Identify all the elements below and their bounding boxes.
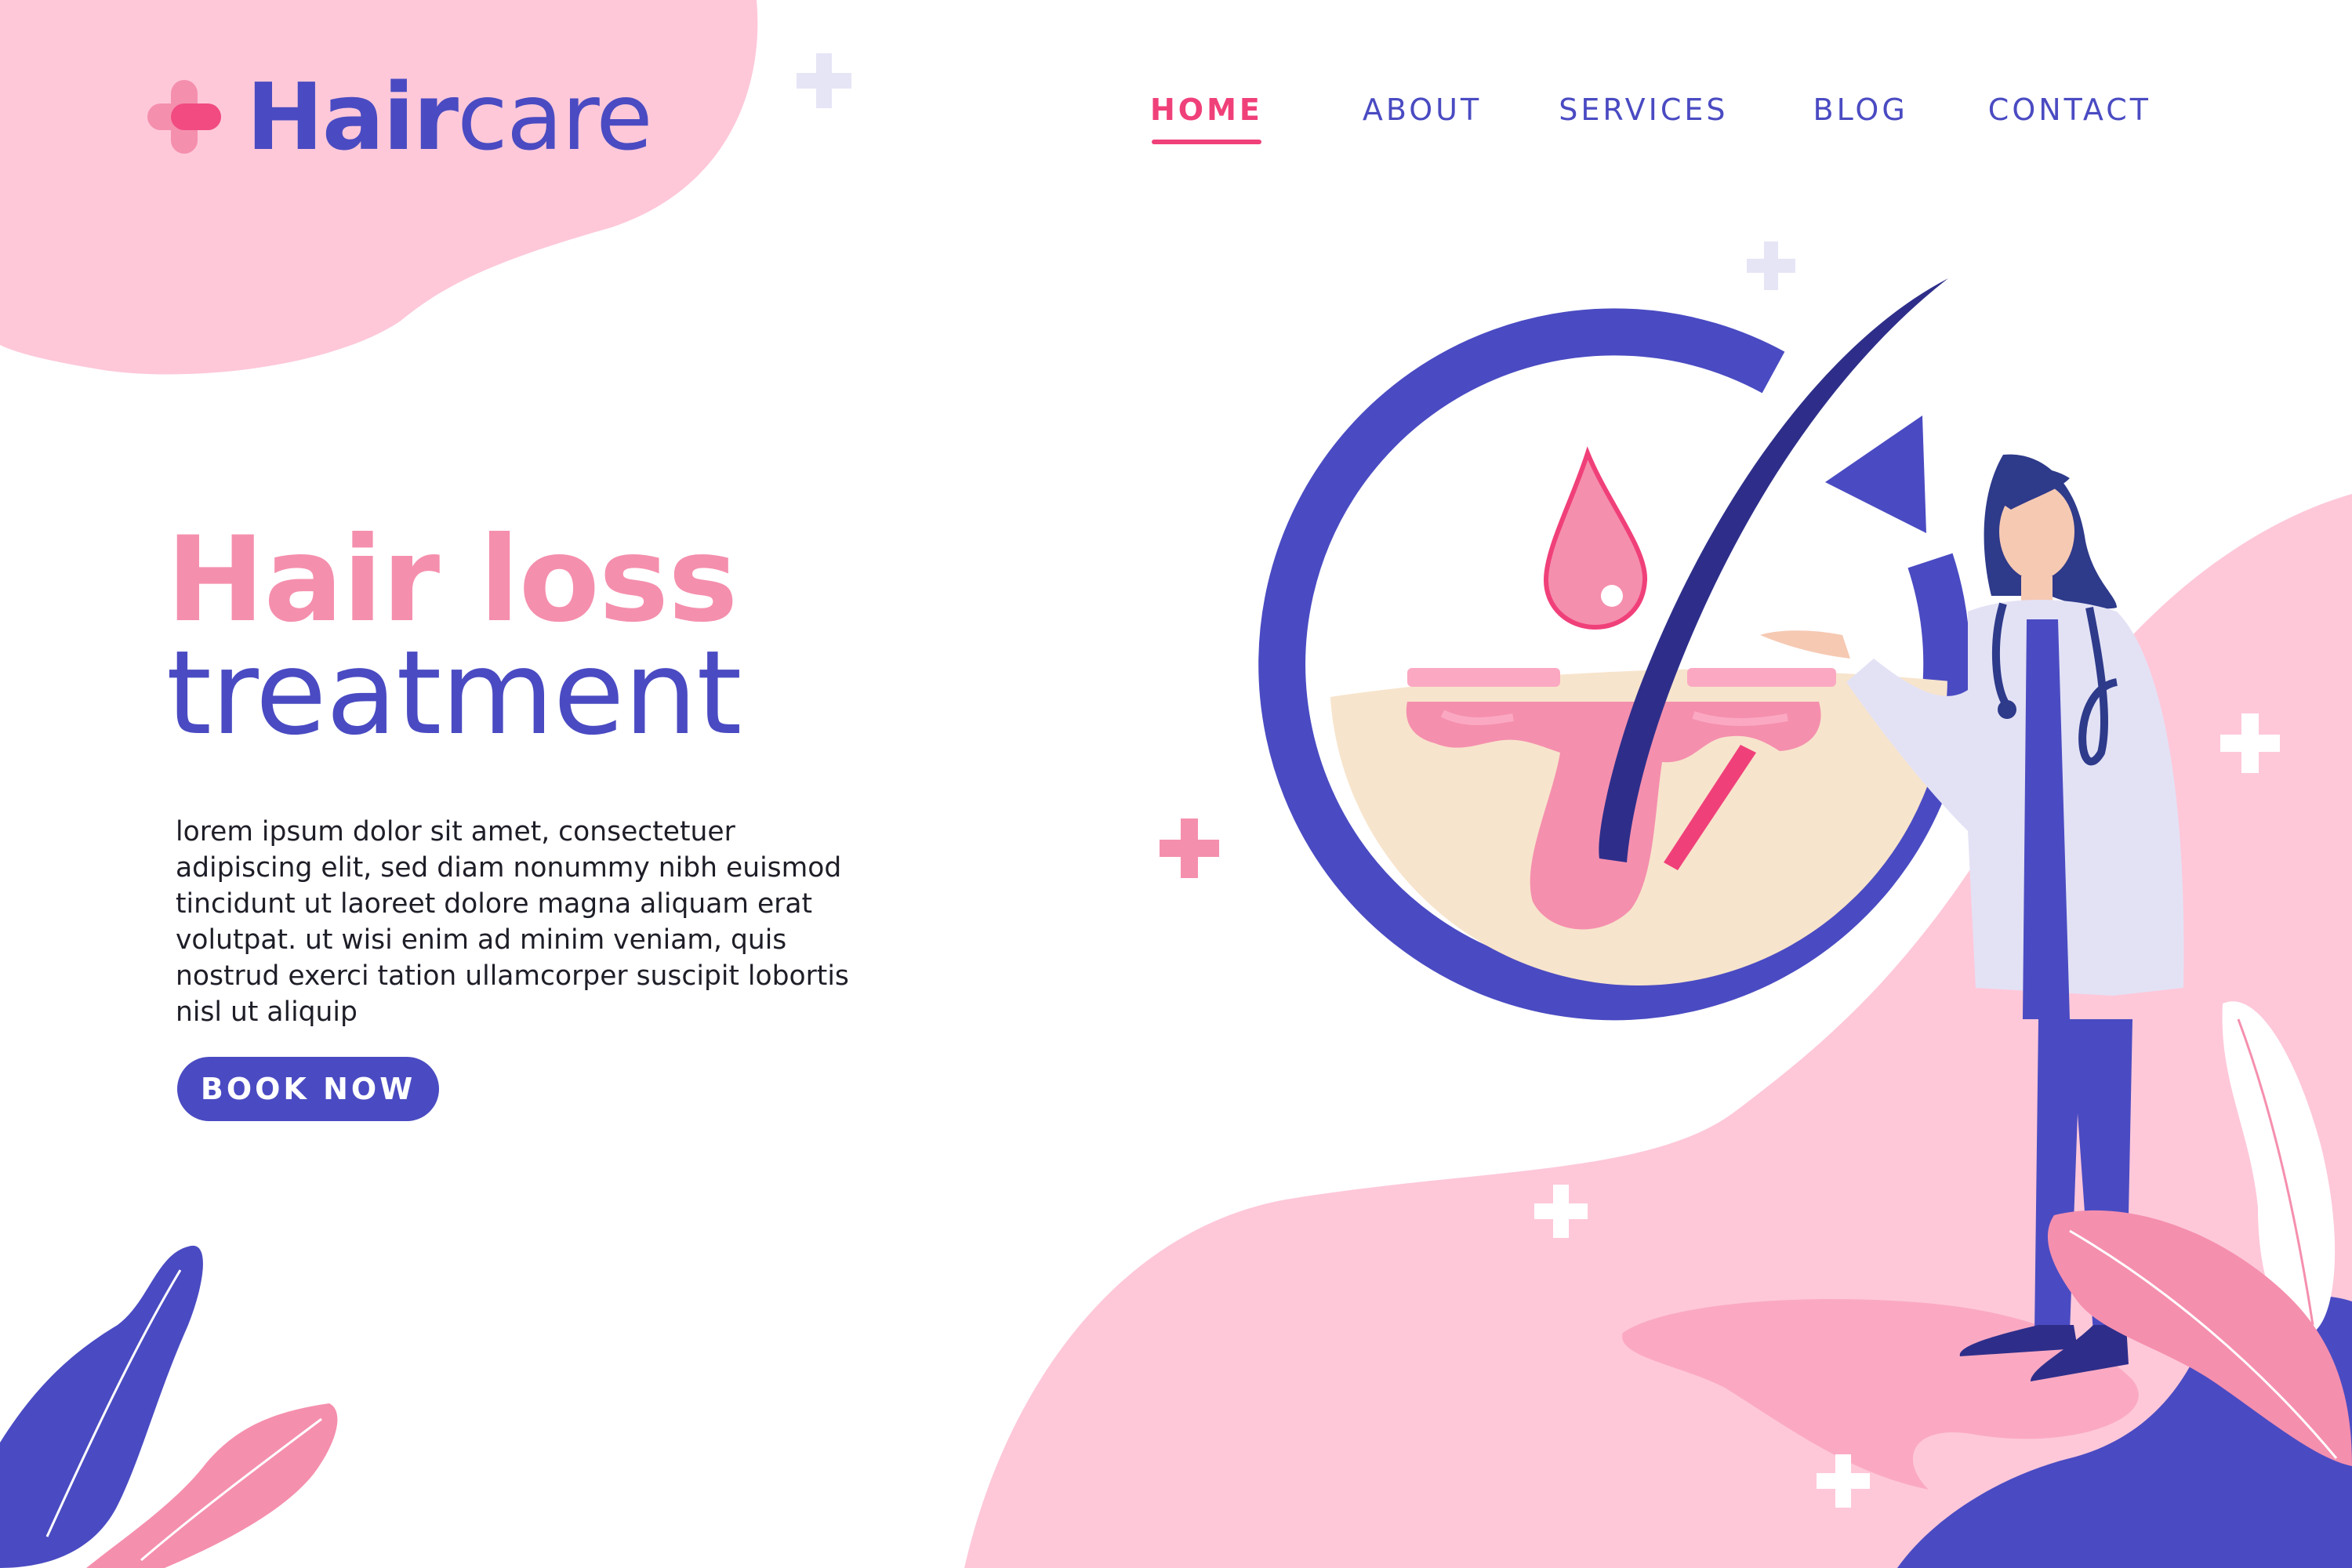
logo[interactable]: Haircare — [141, 71, 653, 163]
leaf-decor-left — [0, 1245, 338, 1568]
nav-item-blog[interactable]: BLOG — [1813, 93, 1908, 144]
nav-item-home[interactable]: HOME — [1150, 93, 1263, 144]
nav-item-about[interactable]: ABOUT — [1363, 93, 1482, 144]
book-now-button[interactable]: BOOK NOW — [177, 1057, 439, 1121]
hero-title-line-1: Hair loss — [166, 512, 738, 648]
main-nav: HOME ABOUT SERVICES BLOG CONTACT — [1150, 93, 2151, 144]
top-left-blob — [0, 0, 758, 375]
plus-cross-icon — [147, 80, 221, 154]
hero-title-line-2: treatment — [166, 626, 742, 760]
logo-text-regular: care — [457, 63, 653, 171]
nav-item-services[interactable]: SERVICES — [1559, 93, 1728, 144]
background-illustration — [0, 0, 2352, 1568]
hero-title: Hair loss treatment — [166, 512, 742, 760]
hero-description: lorem ipsum dolor sit amet, consectetuer… — [176, 816, 849, 1028]
logo-text-bold: Hair — [246, 63, 459, 171]
serum-droplet — [1543, 446, 1648, 630]
nav-item-contact[interactable]: CONTACT — [1988, 93, 2151, 144]
logo-wordmark: Haircare — [246, 71, 653, 163]
